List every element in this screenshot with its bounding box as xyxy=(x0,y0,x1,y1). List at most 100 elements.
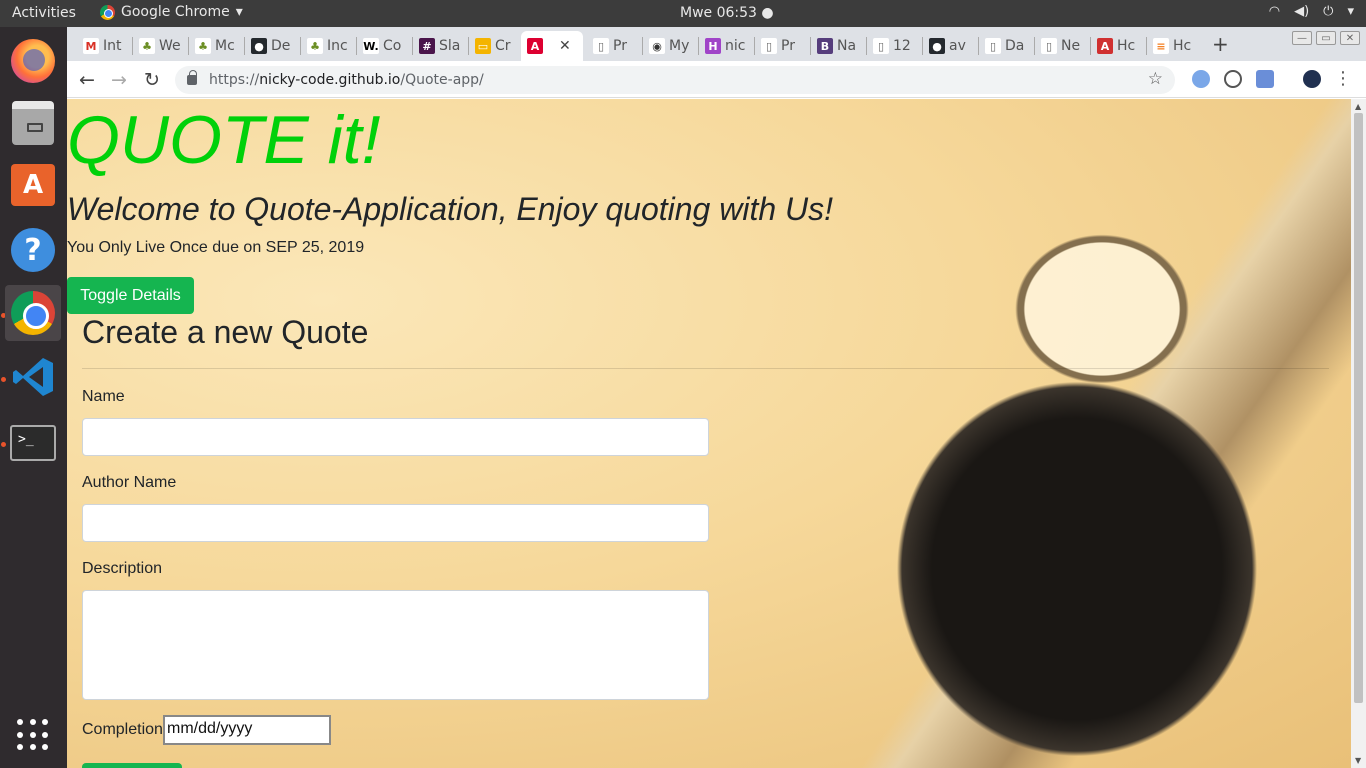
browser-tab[interactable]: ▯ Pr xyxy=(755,31,801,61)
dock-chrome[interactable] xyxy=(5,285,61,341)
toggle-details-button[interactable]: Toggle Details xyxy=(67,277,194,314)
browser-tab[interactable]: ▯ Ne xyxy=(1035,31,1086,61)
forward-button[interactable]: → xyxy=(111,69,127,91)
scrollbar-thumb[interactable] xyxy=(1354,113,1363,703)
angular-icon: A xyxy=(527,38,543,54)
browser-tab[interactable]: ● De xyxy=(245,31,296,61)
github-icon: ● xyxy=(929,38,945,54)
scroll-up-icon[interactable]: ▲ xyxy=(1355,102,1361,111)
launcher-dock: A ? >_ xyxy=(0,27,67,768)
avatar[interactable] xyxy=(1303,70,1321,88)
tab-label: Int xyxy=(103,38,122,54)
files-icon xyxy=(12,101,54,145)
description-textarea[interactable] xyxy=(82,590,709,700)
slack-icon: # xyxy=(419,38,435,54)
form-title: Create a new Quote xyxy=(82,314,369,350)
submit-button[interactable] xyxy=(82,763,182,768)
clock[interactable]: Mwe 06:53 ● xyxy=(680,5,774,21)
browser-tab[interactable]: A ✕ xyxy=(521,31,583,61)
browser-tab[interactable]: ♣ Mc xyxy=(189,31,241,61)
close-window-button[interactable]: ✕ xyxy=(1340,31,1360,45)
activities-button[interactable]: Activities xyxy=(12,5,76,21)
browser-tab[interactable]: M Int xyxy=(77,31,128,61)
gmail-icon: M xyxy=(83,38,99,54)
app-menu-label: Google Chrome xyxy=(121,4,230,20)
mw-icon: ◉ xyxy=(649,38,665,54)
show-apps-icon xyxy=(17,719,49,751)
doc-icon: ▯ xyxy=(985,38,1001,54)
extension-icon[interactable] xyxy=(1224,70,1242,88)
minimize-button[interactable]: — xyxy=(1292,31,1312,45)
vscode-icon xyxy=(11,355,55,399)
name-input[interactable] xyxy=(82,418,709,456)
browser-tab[interactable]: A Hc xyxy=(1091,31,1141,61)
browser-tab[interactable]: ● av xyxy=(923,31,972,61)
extension-icon[interactable] xyxy=(1256,70,1274,88)
browser-tab[interactable]: ♣ Inc xyxy=(301,31,354,61)
tab-label: Pr xyxy=(781,38,795,54)
tab-label: nic xyxy=(725,38,746,54)
browser-tab[interactable]: ▯ Da xyxy=(979,31,1030,61)
extension-icon[interactable] xyxy=(1192,70,1210,88)
page-title: QUOTE it! xyxy=(67,102,381,178)
tab-label: De xyxy=(271,38,291,54)
menu-kebab-icon[interactable]: ⋮ xyxy=(1334,68,1352,89)
page-scrollbar[interactable]: ▲ ▼ xyxy=(1351,99,1366,768)
dock-show-apps[interactable] xyxy=(5,707,61,763)
author-input[interactable] xyxy=(82,504,709,542)
url-host: nicky-code.github.io xyxy=(259,72,401,88)
browser-tab[interactable]: B Na xyxy=(811,31,862,61)
browser-tab[interactable]: Hnic xyxy=(699,31,751,61)
dock-vscode[interactable] xyxy=(5,349,61,405)
window-controls: — ▭ ✕ xyxy=(1292,31,1360,45)
leaf-icon: ♣ xyxy=(195,38,211,54)
reload-button[interactable]: ↻ xyxy=(144,69,160,91)
software-store-icon: A xyxy=(11,164,55,206)
volume-icon: ◀) xyxy=(1294,4,1310,19)
name-label: Name xyxy=(82,388,125,405)
tab-label: We xyxy=(159,38,181,54)
system-tray[interactable]: ◠ ◀) ⏻ ▾ xyxy=(1269,4,1354,19)
w-icon: W. xyxy=(363,38,379,54)
author-label: Author Name xyxy=(82,474,177,491)
browser-tab[interactable]: ▯ Pr xyxy=(587,31,633,61)
help-icon: ? xyxy=(11,228,55,272)
app-menu[interactable]: Google Chrome ▾ xyxy=(100,4,243,20)
dock-software[interactable]: A xyxy=(5,157,61,213)
firefox-icon xyxy=(11,39,55,83)
tab-label: Mc xyxy=(215,38,235,54)
browser-tab[interactable]: ≡ Hc xyxy=(1147,31,1197,61)
browser-tab[interactable]: W. Co xyxy=(357,31,407,61)
tab-label: Pr xyxy=(613,38,627,54)
browser-tab[interactable]: ▯ 12 xyxy=(867,31,917,61)
browser-tab[interactable]: ◉ My xyxy=(643,31,695,61)
dock-terminal[interactable]: >_ xyxy=(5,415,61,471)
close-tab-icon[interactable]: ✕ xyxy=(559,38,571,54)
dock-firefox[interactable] xyxy=(5,33,61,89)
dock-files[interactable] xyxy=(5,95,61,151)
bookmark-star-icon[interactable]: ☆ xyxy=(1148,69,1163,89)
chrome-window: M Int ♣ We ♣ Mc ● De ♣ Inc W. Co # Sla ▭ Cr A ✕ ▯ Pr ◉ My Hnic… xyxy=(67,27,1366,768)
new-tab-button[interactable]: + xyxy=(1212,32,1229,56)
tab-label: Sla xyxy=(439,38,461,54)
doc-icon: ▯ xyxy=(1041,38,1057,54)
tab-strip: M Int ♣ We ♣ Mc ● De ♣ Inc W. Co # Sla ▭ Cr A ✕ ▯ Pr ◉ My Hnic… xyxy=(67,27,1366,61)
browser-tab[interactable]: # Sla xyxy=(413,31,466,61)
page-viewport: QUOTE it! Welcome to Quote-Application, … xyxy=(67,99,1351,768)
browser-tab[interactable]: ♣ We xyxy=(133,31,187,61)
chevron-down-icon: ▾ xyxy=(1347,4,1354,19)
doc-icon: ▯ xyxy=(593,38,609,54)
scroll-down-icon[interactable]: ▼ xyxy=(1355,756,1361,765)
tab-label: Co xyxy=(383,38,402,54)
browser-tab[interactable]: ▭ Cr xyxy=(469,31,517,61)
address-bar[interactable]: https://nicky-code.github.io/Quote-app/ … xyxy=(175,66,1175,94)
browser-toolbar: ← → ↻ https://nicky-code.github.io/Quote… xyxy=(67,61,1366,98)
terminal-icon: >_ xyxy=(10,425,56,461)
leaf-icon: ♣ xyxy=(307,38,323,54)
dock-help[interactable]: ? xyxy=(5,222,61,278)
maximize-button[interactable]: ▭ xyxy=(1316,31,1336,45)
page-subtitle: Welcome to Quote-Application, Enjoy quot… xyxy=(67,191,834,227)
completion-date-input[interactable]: mm/dd/yyyy xyxy=(163,715,331,745)
back-button[interactable]: ← xyxy=(79,69,95,91)
wifi-icon: ◠ xyxy=(1268,4,1281,19)
